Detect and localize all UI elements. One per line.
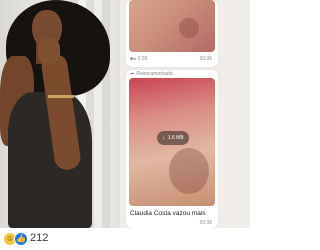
blurred-media[interactable]: ↓ 1.6 MB: [129, 78, 215, 206]
like-icon: 👍: [14, 232, 28, 246]
chat-bubble: ■◂ 0:03 20:36: [126, 0, 218, 67]
video-icon: ■◂: [130, 56, 136, 62]
message-time: 20:36: [199, 56, 212, 62]
media-duration: 0:03: [137, 56, 148, 62]
chat-bubble: ➦ Reencaminhada ↓ 1.6 MB Claudia Costa vaz…: [126, 70, 218, 228]
post-photo[interactable]: [0, 0, 120, 228]
forward-icon: ➦: [130, 71, 135, 77]
reaction-count[interactable]: 212: [30, 232, 48, 244]
message-caption: Claudia Costa vazou mais: [130, 210, 206, 217]
reactions-bar[interactable]: ☺ 👍 212: [0, 228, 250, 250]
download-button[interactable]: ↓ 1.6 MB: [157, 131, 189, 145]
blur-shape: [169, 148, 209, 194]
bracelet: [48, 95, 74, 98]
message-meta: ■◂ 0:03 20:36: [130, 56, 212, 62]
download-icon: ↓: [162, 135, 165, 141]
chat-screenshot: ■◂ 0:03 20:36 ➦ Reencaminhada ↓ 1.6 MB Clau…: [120, 0, 250, 228]
message-time: 20:36: [199, 220, 212, 226]
download-size: 1.6 MB: [167, 135, 184, 141]
forwarded-label: ➦ Reencaminhada: [130, 71, 173, 77]
blurred-media[interactable]: [129, 0, 215, 52]
forwarded-text: Reencaminhada: [136, 71, 173, 77]
blur-shape: [179, 18, 199, 38]
person-hand: [38, 38, 60, 64]
